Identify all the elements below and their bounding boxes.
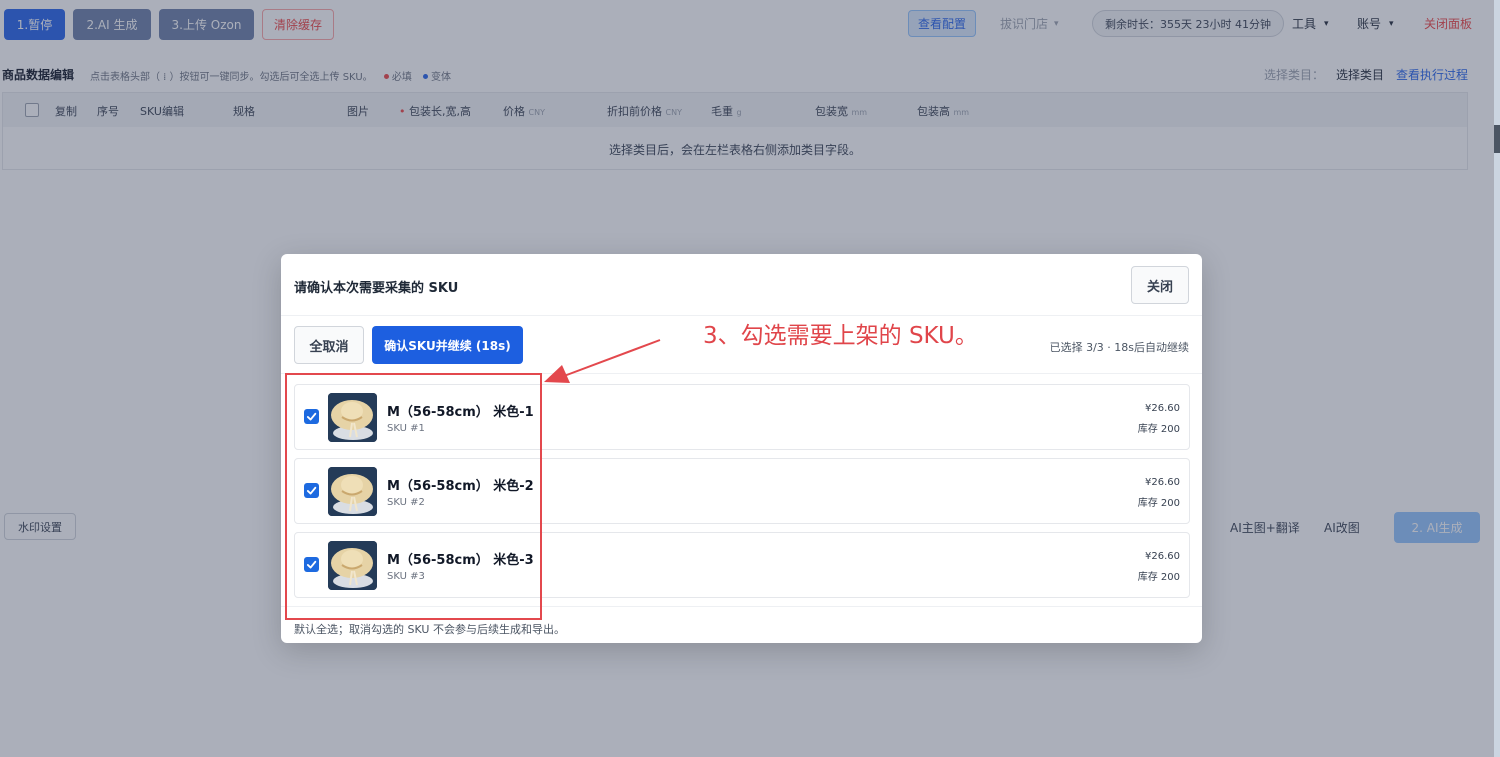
- scrollbar-thumb[interactable]: [1494, 125, 1500, 153]
- dialog-title: 请确认本次需要采集的 SKU: [294, 281, 459, 296]
- sku-price: ¥26.60: [1145, 403, 1180, 414]
- dialog-footnote: 默认全选；取消勾选的 SKU 不会参与后续生成和导出。: [294, 623, 565, 636]
- page-scrollbar[interactable]: [1494, 0, 1500, 757]
- annotation-text: 3、勾选需要上架的 SKU。: [703, 323, 978, 349]
- sku-price: ¥26.60: [1145, 551, 1180, 562]
- close-button[interactable]: 关闭: [1131, 266, 1189, 304]
- sku-stock: 库存 200: [1137, 424, 1180, 435]
- dialog-header: 请确认本次需要采集的 SKU 关闭: [281, 254, 1202, 316]
- annotation-highlight-box: [285, 373, 542, 620]
- selection-status: 已选择 3/3 · 18s后自动继续: [1049, 341, 1189, 354]
- sku-stock: 库存 200: [1137, 572, 1180, 583]
- annotation-arrow-icon: [544, 339, 661, 383]
- sku-price: ¥26.60: [1145, 477, 1180, 488]
- sku-stock: 库存 200: [1137, 498, 1180, 509]
- confirm-sku-button[interactable]: 确认SKU并继续 (18s): [372, 326, 523, 364]
- deselect-all-button[interactable]: 全取消: [294, 326, 364, 364]
